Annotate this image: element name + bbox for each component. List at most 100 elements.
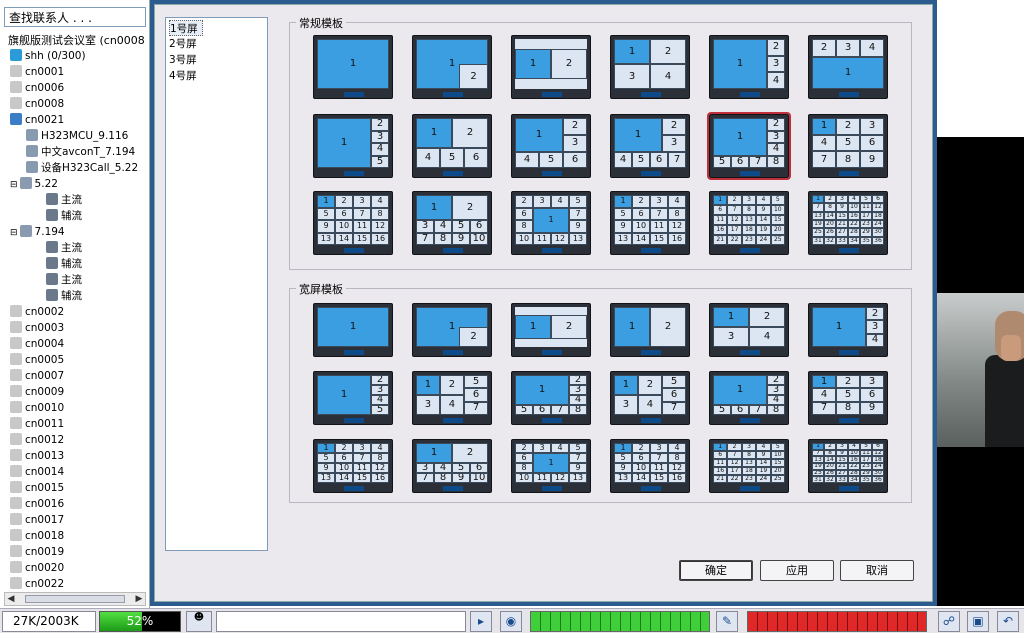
contact-tree-node[interactable]: cn0014 (10, 464, 64, 480)
standard-template-9[interactable]: 123456 (511, 114, 591, 178)
contact-tree-node[interactable]: cn0008 (10, 96, 64, 112)
standard-template-15[interactable]: 1 2 3 4 5 6 7 8 9 10 11 12 13 (511, 191, 591, 255)
wide-template-17[interactable]: 1 2 3 4 5 6 7 8 9 10 11 12 13 14 15 16 17 18 19 20 21 22 23 24 2… (709, 439, 789, 493)
standard-template-2[interactable]: 12 (412, 35, 492, 99)
wide-template-9[interactable]: 12345678 (511, 371, 591, 425)
contact-tree-node[interactable]: cn0010 (10, 400, 64, 416)
contact-tree-node[interactable]: cn0003 (10, 320, 64, 336)
user-icon (10, 401, 22, 413)
scroll-right-icon[interactable]: ▶ (133, 593, 145, 605)
standard-template-5[interactable]: 1234 (709, 35, 789, 99)
contact-tree-node[interactable]: cn0005 (10, 352, 64, 368)
standard-template-6[interactable]: 2341 (808, 35, 888, 99)
user-icon (10, 465, 22, 477)
wide-template-16[interactable]: 1 2 3 4 5 6 7 8 9 10 11 12 13 14 15 16 (610, 439, 690, 493)
contact-tree-node[interactable]: 辅流 (46, 288, 82, 304)
contact-tree-node[interactable]: cn0020 (10, 560, 64, 576)
contact-tree-node[interactable]: 设备H323Call_5.22 (26, 160, 138, 176)
contact-tree-node[interactable]: 中文avconT_7.194 (26, 144, 135, 160)
standard-template-1[interactable]: 1 (313, 35, 393, 99)
wide-template-7[interactable]: 12345 (313, 371, 393, 425)
wide-template-3[interactable]: 12 (511, 303, 591, 357)
speaker-icon[interactable]: ◉ (500, 611, 522, 632)
user-status-icon[interactable]: ☻ (186, 611, 212, 632)
scroll-left-icon[interactable]: ◀ (5, 593, 17, 605)
wide-template-13[interactable]: 1 2 3 4 5 6 7 8 9 10 11 12 13 14 15 16 (313, 439, 393, 493)
standard-template-10[interactable]: 1234567 (610, 114, 690, 178)
standard-template-8[interactable]: 12456 (412, 114, 492, 178)
wide-template-11[interactable]: 12345678 (709, 371, 789, 425)
standard-template-14[interactable]: 1 2 3 4 5 6 7 8 9 10 (412, 191, 492, 255)
conference-room-title[interactable]: 旗舰版测试会议室 (cn0008 (8, 32, 148, 48)
contact-tree-node[interactable]: 主流 (46, 240, 82, 256)
standard-template-17[interactable]: 1 2 3 4 5 6 7 8 9 10 11 12 13 14 15 16 17 18 19 20 21 22 23 24 2… (709, 191, 789, 255)
contact-tree-node[interactable]: cn0018 (10, 528, 64, 544)
user-icon (10, 97, 22, 109)
contact-tree-node[interactable]: cn0009 (10, 384, 64, 400)
contact-tree-node[interactable]: cn0011 (10, 416, 64, 432)
standard-template-12[interactable]: 123456789 (808, 114, 888, 178)
apply-button[interactable]: 应用 (760, 560, 834, 581)
contact-search-input[interactable]: 查找联系人 . . . (4, 7, 146, 27)
contact-tree-node[interactable]: cn0001 (10, 64, 64, 80)
contact-tree-node[interactable]: cn0006 (10, 80, 64, 96)
contact-tree-node[interactable]: cn0013 (10, 448, 64, 464)
contact-tree-node[interactable]: 主流 (46, 192, 82, 208)
wide-template-5[interactable]: 1234 (709, 303, 789, 357)
contact-tree-node[interactable]: cn0012 (10, 432, 64, 448)
screen-list[interactable]: 1号屏 2号屏 3号屏 4号屏 (165, 17, 268, 551)
wide-template-6[interactable]: 1234 (808, 303, 888, 357)
collapse-icon[interactable]: ⊟ (10, 180, 18, 190)
standard-template-3[interactable]: 12 (511, 35, 591, 99)
contact-tree-node[interactable]: cn0015 (10, 480, 64, 496)
contact-tree-node[interactable]: cn0019 (10, 544, 64, 560)
contact-tree-node[interactable]: cn0004 (10, 336, 64, 352)
collapse-icon[interactable]: ⊟ (10, 228, 18, 238)
standard-template-13[interactable]: 1 2 3 4 5 6 7 8 9 10 11 12 13 14 15 16 (313, 191, 393, 255)
network-icon[interactable]: ☍ (938, 611, 960, 632)
dialog-body: 1号屏 2号屏 3号屏 4号屏 常规模板 宽屏模板 1 12 12 1234 1234 2341… (154, 4, 933, 602)
screen-list-item[interactable]: 1号屏 (169, 20, 203, 36)
standard-template-7[interactable]: 12345 (313, 114, 393, 178)
wide-template-12[interactable]: 123456789 (808, 371, 888, 425)
wide-template-15[interactable]: 1 2 3 4 5 6 7 8 9 10 11 12 13 (511, 439, 591, 493)
video-settings-icon[interactable]: ▸ (470, 611, 492, 632)
speaker-volume-bar[interactable] (530, 611, 710, 632)
screen-list-item[interactable]: 2号屏 (169, 36, 264, 52)
standard-template-11[interactable]: 12345678 (707, 112, 791, 180)
contact-tree-node[interactable]: H323MCU_9.116 (26, 128, 128, 144)
contact-tree-node[interactable]: cn0017 (10, 512, 64, 528)
contact-tree-node[interactable]: ⊟ 5.22 (10, 176, 58, 192)
contact-tree-node[interactable]: 主流 (46, 272, 82, 288)
wide-template-8[interactable]: 1256734 (412, 371, 492, 425)
contact-tree-node[interactable]: ⊟ 7.194 (10, 224, 65, 240)
microphone-icon[interactable]: ✎ (716, 611, 738, 632)
wide-template-14[interactable]: 1 2 3 4 5 6 7 8 9 10 (412, 439, 492, 493)
horizontal-scrollbar[interactable]: ◀ ▶ (4, 592, 146, 606)
wide-template-4[interactable]: 12 (610, 303, 690, 357)
contact-tree-node[interactable]: shh (0/300) (10, 48, 86, 64)
contact-tree-node[interactable]: cn0002 (10, 304, 64, 320)
back-icon[interactable]: ↶ (997, 611, 1019, 632)
standard-template-16[interactable]: 1 2 3 4 5 6 7 8 9 10 11 12 13 14 15 16 (610, 191, 690, 255)
screen-list-item[interactable]: 4号屏 (169, 68, 264, 84)
contact-tree-node[interactable]: cn0021 (10, 112, 64, 128)
wide-template-2[interactable]: 12 (412, 303, 492, 357)
contact-tree-node[interactable]: cn0007 (10, 368, 64, 384)
standard-template-4[interactable]: 1234 (610, 35, 690, 99)
microphone-volume-bar[interactable] (747, 611, 927, 632)
screen-list-item[interactable]: 3号屏 (169, 52, 264, 68)
standard-template-18[interactable]: 1 2 3 4 5 6 7 8 9 10 11 12 13 14 15 16 17 18 19 20 21 22 23 24 2… (808, 191, 888, 255)
contact-tree-node[interactable]: 辅流 (46, 208, 82, 224)
cancel-button[interactable]: 取消 (840, 560, 914, 581)
scroll-thumb[interactable] (25, 595, 125, 603)
ok-button[interactable]: 确定 (679, 560, 753, 581)
wide-template-18[interactable]: 1 2 3 4 5 6 7 8 9 10 11 12 13 14 15 16 17 18 19 20 21 22 23 24 2… (808, 439, 888, 493)
contact-tree-node[interactable]: cn0022 (10, 576, 64, 592)
wide-template-10[interactable]: 1256734 (610, 371, 690, 425)
wide-template-1[interactable]: 1 (313, 303, 393, 357)
contact-tree-node[interactable]: cn0016 (10, 496, 64, 512)
contact-tree-node[interactable]: 辅流 (46, 256, 82, 272)
camera-icon[interactable]: ▣ (967, 611, 989, 632)
contact-tree-label: cn0005 (25, 354, 65, 366)
